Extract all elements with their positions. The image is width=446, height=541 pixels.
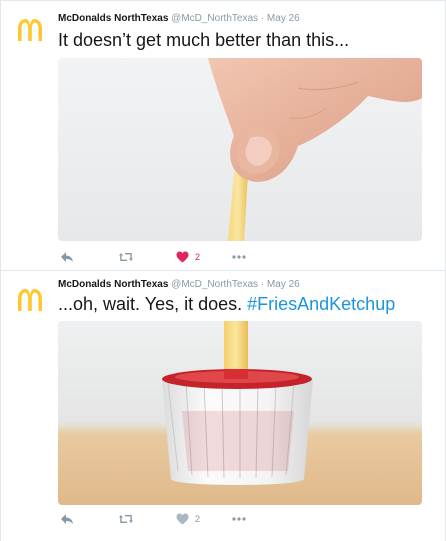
separator: · bbox=[260, 13, 265, 24]
like-count: 2 bbox=[195, 514, 201, 524]
hand-holding-fry-image bbox=[58, 58, 422, 241]
retweet-button[interactable] bbox=[118, 249, 134, 265]
tweet[interactable]: McDonalds NorthTexas @McD_NorthTexas · M… bbox=[1, 271, 445, 541]
tweet-text: It doesn’t get much better than this... bbox=[58, 29, 349, 51]
mcdonalds-logo-avatar[interactable] bbox=[15, 15, 45, 45]
reply-icon bbox=[61, 252, 73, 262]
tweet-text-body: It doesn’t get much better than this... bbox=[58, 30, 350, 50]
retweet-icon bbox=[119, 253, 133, 261]
separator: · bbox=[260, 279, 265, 290]
tweet-media-ketchup-photo[interactable] bbox=[58, 321, 422, 505]
author-name[interactable]: McDonalds NorthTexas bbox=[58, 13, 168, 24]
more-dots-icon bbox=[232, 517, 246, 521]
more-dots-icon bbox=[232, 255, 246, 259]
tweet-actions: 2 bbox=[58, 511, 418, 527]
retweet-button[interactable] bbox=[118, 511, 134, 527]
tweet[interactable]: McDonalds NorthTexas @McD_NorthTexas · M… bbox=[1, 1, 445, 271]
like-count: 2 bbox=[195, 252, 201, 262]
author-name[interactable]: McDonalds NorthTexas bbox=[58, 279, 168, 290]
like-button[interactable]: 2 bbox=[176, 249, 200, 265]
more-options-button[interactable] bbox=[232, 249, 246, 265]
like-button[interactable]: 2 bbox=[176, 511, 200, 527]
hashtag-link[interactable]: #FriesAndKetchup bbox=[247, 294, 395, 314]
author-handle[interactable]: @McD_NorthTexas bbox=[171, 13, 258, 24]
heart-icon-filled bbox=[176, 251, 189, 263]
reply-button[interactable] bbox=[60, 511, 74, 527]
reply-button[interactable] bbox=[60, 249, 74, 265]
tweet-date[interactable]: May 26 bbox=[267, 13, 300, 24]
reply-icon bbox=[61, 514, 73, 524]
more-options-button[interactable] bbox=[232, 511, 246, 527]
mcdonalds-logo-avatar[interactable] bbox=[15, 285, 45, 315]
tweet-date[interactable]: May 26 bbox=[267, 279, 300, 290]
tweet-text-body: ...oh, wait. Yes, it does. bbox=[58, 294, 248, 314]
tweet-text: ...oh, wait. Yes, it does. #FriesAndKetc… bbox=[58, 293, 395, 315]
tweet-header: McDonalds NorthTexas @McD_NorthTexas · M… bbox=[58, 279, 300, 290]
tweet-header: McDonalds NorthTexas @McD_NorthTexas · M… bbox=[58, 13, 300, 24]
heart-icon bbox=[176, 513, 189, 525]
author-handle[interactable]: @McD_NorthTexas bbox=[171, 279, 258, 290]
tweet-timeline: McDonalds NorthTexas @McD_NorthTexas · M… bbox=[0, 0, 446, 541]
tweet-actions: 2 bbox=[58, 249, 418, 265]
tweet-media-fry-photo[interactable] bbox=[58, 58, 422, 241]
fry-in-ketchup-cup-image bbox=[58, 321, 422, 505]
retweet-icon bbox=[119, 515, 133, 523]
